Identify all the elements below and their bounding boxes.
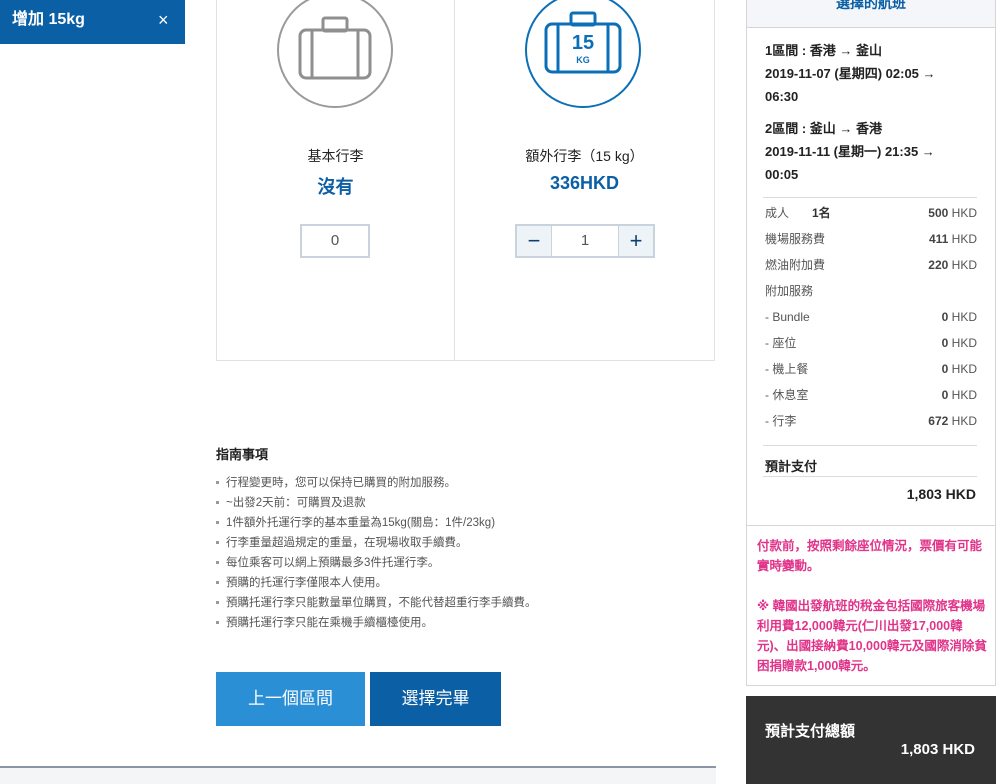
fare-row-meal: - 機上餐 0 HKD [765,356,977,382]
fare-amount: 0 [941,310,949,324]
fare-row-addons: 附加服務 [765,278,977,304]
fare-row-baggage: - 行李 672 HKD [765,408,977,434]
extra-baggage-option: 15 KG 額外行李（15 kg） 336HKD − 1 + [455,0,714,360]
list-item: 每位乘客可以網上預購最多3件托運行李。 [216,553,537,573]
fare-row-lounge: - 休息室 0 HKD [765,382,977,408]
selection-complete-button[interactable]: 選擇完畢 [370,672,501,726]
extra-baggage-quantity[interactable]: 1 [551,226,619,256]
fare-amount: 411 [928,232,949,246]
segment-1: 1區間 : 香港 → 釜山 2019-11-07 (星期四) 02:05 → 0… [765,39,985,108]
fare-currency: HKD [951,336,977,350]
fare-currency: HKD [951,232,977,246]
summary-title: 選擇的航班 [836,0,906,11]
fare-currency: HKD [951,206,977,220]
list-item: 行程變更時，您可以保持已購買的附加服務。 [216,473,537,493]
fare-change-notice: 付款前，按照剩餘座位情況，票價有可能實時變動。 [757,539,983,573]
tax-notice: ※ 韓國出發航班的稅金包括國際旅客機場利用費12,000韓元(仁川出發17,00… [757,599,987,673]
grand-total-amount: 1,803 HKD [900,741,975,758]
fare-row-airport-fee: 機場服務費 411 HKD [765,226,977,252]
suitcase-15kg-icon: 15 KG [544,11,622,74]
fare-label: 成人 [765,206,790,220]
fare-label: 附加服務 [765,284,814,298]
fare-amount: 0 [941,362,949,376]
basic-baggage-price: 沒有 [317,177,354,197]
fare-label: - 機上餐 [765,362,809,376]
summary-divider [763,476,977,477]
passenger-count: 1名 [812,206,831,220]
segment-datetime: 2019-11-11 (星期一) 21:35 → [765,144,935,159]
fare-label: 燃油附加費 [765,258,826,272]
basic-baggage-badge [277,0,393,108]
header-title: 增加 15kg [12,11,85,28]
previous-segment-button[interactable]: 上一個區間 [216,672,365,726]
fare-row-adult: 成人 1名 500 HKD [765,200,977,226]
increase-button[interactable]: + [618,226,653,256]
badge-weight: 15 [572,32,594,54]
fare-amount: 220 [928,258,949,272]
selected-flight-summary: 選擇的航班 1區間 : 香港 → 釜山 2019-11-07 (星期四) 02:… [746,0,996,526]
grand-total-label: 預計支付總額 [765,723,856,740]
summary-divider [763,197,977,198]
list-item: 行李重量超過規定的重量，在現場收取手續費。 [216,533,537,553]
badge-unit: KG [576,55,590,65]
list-item: 1件額外托運行李的基本重量為15kg(關島：1件/23kg) [216,513,537,533]
total-amount: 1,803 HKD [906,486,976,502]
notes-title: 指南事項 [216,447,269,462]
fare-notice: 付款前，按照剩餘座位情況，票價有可能實時變動。 ※ 韓國出發航班的稅金包括國際旅… [746,526,996,686]
decrease-button[interactable]: − [517,226,552,256]
basic-baggage-option: 基本行李 沒有 0 [217,0,454,360]
fare-label: - 行李 [765,414,797,428]
fare-amount: 0 [941,336,949,350]
fare-row-seat: - 座位 0 HKD [765,330,977,356]
list-item: 預購托運行李只能在乘機手續櫃檯使用。 [216,613,537,633]
list-item: ~出發2天前：可購買及退款 [216,493,537,513]
notes-list: 行程變更時，您可以保持已購買的附加服務。 ~出發2天前：可購買及退款 1件額外托… [216,473,537,633]
fare-currency: HKD [951,414,977,428]
segment-arrival: 06:30 [765,89,799,104]
list-item: 預購的托運行李僅限本人使用。 [216,573,537,593]
baggage-panel: 基本行李 沒有 0 15 KG 額外行李（15 kg） 336HKD − 1 + [216,0,715,361]
grand-total-bar: 預計支付總額 1,803 HKD [746,696,996,784]
fare-label: - Bundle [765,310,810,324]
fare-amount: 500 [928,206,949,220]
segment-route: 1區間 : 香港 → 釜山 [765,43,883,58]
baggage-option-header: 增加 15kg × [0,0,185,44]
summary-divider [763,445,977,446]
list-item: 預購托運行李只能數量單位購買，不能代替超重行李手續費。 [216,593,537,613]
fare-amount: 672 [928,414,949,428]
fare-currency: HKD [951,310,977,324]
footer-band [0,768,716,784]
fare-label: - 座位 [765,336,797,350]
extra-baggage-label: 額外行李（15 kg） [525,148,644,164]
fare-row-fuel-surcharge: 燃油附加費 220 HKD [765,252,977,278]
segment-datetime: 2019-11-07 (星期四) 02:05 → [765,66,936,81]
fare-currency: HKD [951,388,977,402]
extra-baggage-quantity-stepper: − 1 + [515,224,655,258]
fare-currency: HKD [951,258,977,272]
fare-label: 機場服務費 [765,232,826,246]
fare-amount: 0 [941,388,949,402]
fare-label: - 休息室 [765,388,809,402]
basic-baggage-label: 基本行李 [307,148,364,164]
extra-baggage-badge: 15 KG [525,0,641,108]
extra-baggage-price: 336HKD [549,173,620,193]
close-icon[interactable]: × [158,11,169,29]
basic-baggage-quantity[interactable]: 0 [300,224,370,258]
segment-arrival: 00:05 [765,167,799,182]
summary-header: 選擇的航班 [747,0,995,28]
fare-currency: HKD [951,362,977,376]
segment-route: 2區間 : 釜山 → 香港 [765,121,883,136]
total-label: 預計支付 [765,459,818,474]
suitcase-icon [298,16,372,80]
fare-row-bundle: - Bundle 0 HKD [765,304,977,330]
segment-2: 2區間 : 釜山 → 香港 2019-11-11 (星期一) 21:35 → 0… [765,117,985,186]
